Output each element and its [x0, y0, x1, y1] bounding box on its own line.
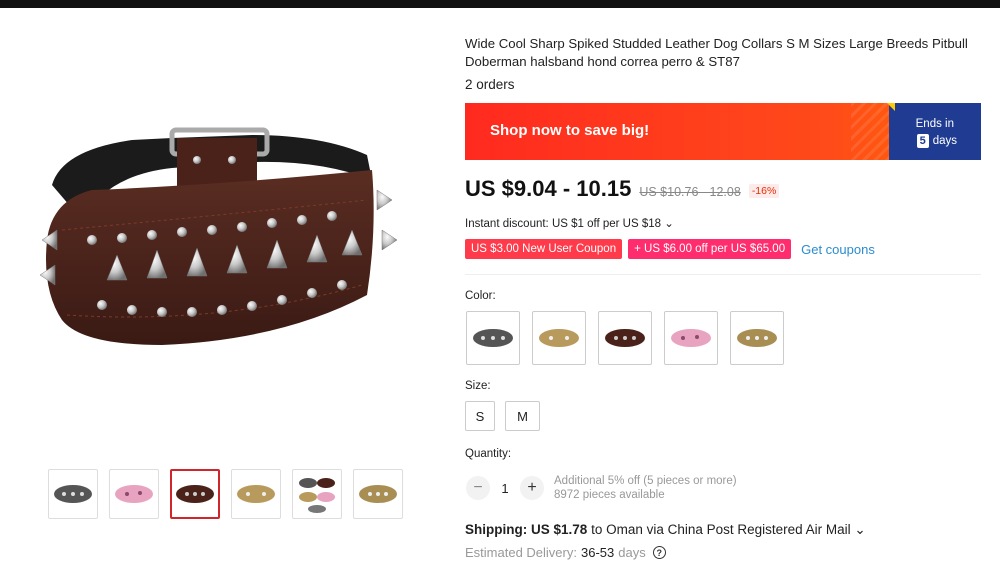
- store-coupon[interactable]: + US $6.00 off per US $65.00: [628, 239, 792, 259]
- color-option-black-silver[interactable]: [466, 311, 520, 365]
- estimated-delivery: Estimated Delivery: 36-53 days ?: [465, 545, 666, 560]
- main-product-image[interactable]: [22, 90, 422, 420]
- size-label: Size:: [465, 380, 491, 392]
- get-coupons-link[interactable]: Get coupons: [801, 242, 875, 257]
- countdown-days: 5 days: [916, 134, 957, 148]
- thumbnail-pink-leopard[interactable]: [109, 469, 159, 519]
- new-user-coupon[interactable]: US $3.00 New User Coupon: [465, 239, 626, 259]
- thumbnail-black-silver[interactable]: [48, 469, 98, 519]
- shipping-route: to Oman via China Post Registered Air Ma…: [591, 522, 866, 537]
- coupons-row: US $3.00 New User Coupon + US $6.00 off …: [465, 239, 875, 259]
- color-option-brown-spikes[interactable]: [598, 311, 652, 365]
- banner-accent: [887, 103, 895, 111]
- thumbnail-leopard-gold[interactable]: [231, 469, 281, 519]
- countdown-panel: [889, 103, 981, 160]
- banner-text: Shop now to save big!: [490, 122, 650, 139]
- delivery-range: 36-53: [580, 545, 615, 560]
- thumbnail-brown-spikes[interactable]: [170, 469, 220, 519]
- countdown-label: Ends in: [915, 118, 954, 130]
- quantity-label: Quantity:: [465, 448, 512, 460]
- size-option-s[interactable]: S: [465, 401, 495, 431]
- current-price: US $9.04 - 10.15: [465, 176, 632, 201]
- banner-decoration: [851, 103, 891, 160]
- color-option-leopard-gold[interactable]: [730, 311, 784, 365]
- promo-banner[interactable]: Shop now to save big! Ends in 5 days: [465, 103, 981, 160]
- stock-available-text: 8972 pieces available: [554, 489, 665, 501]
- quantity-increase-button[interactable]: +: [520, 476, 544, 500]
- price-row: US $9.04 - 10.15 US $10.76 - 12.08 -16%: [465, 176, 780, 202]
- delivery-unit: days: [618, 545, 646, 560]
- shipping-info[interactable]: Shipping: US $1.78 to Oman via China Pos…: [465, 522, 866, 538]
- quantity-info: Additional 5% off (5 pieces or more) 897…: [554, 474, 737, 502]
- color-option-tan-gold[interactable]: [532, 311, 586, 365]
- help-icon[interactable]: ?: [652, 546, 666, 559]
- color-label: Color:: [465, 290, 496, 302]
- countdown-number: 5: [916, 134, 929, 148]
- quantity-decrease-button[interactable]: −: [466, 476, 490, 500]
- shipping-label: Shipping:: [465, 522, 528, 537]
- bulk-discount-text: Additional 5% off (5 pieces or more): [554, 475, 737, 487]
- orders-count: 2 orders: [465, 77, 515, 92]
- discount-badge: -16%: [748, 184, 780, 198]
- thumbnail-leopard-gold-2[interactable]: [353, 469, 403, 519]
- countdown-unit: days: [932, 135, 957, 147]
- size-option-m[interactable]: M: [505, 401, 540, 431]
- quantity-value[interactable]: 1: [490, 481, 520, 496]
- size-options: S M: [465, 401, 540, 431]
- top-bar: [0, 0, 1000, 8]
- color-option-pink-leopard[interactable]: [664, 311, 718, 365]
- delivery-label: Estimated Delivery:: [465, 545, 577, 560]
- shipping-cost: US $1.78: [531, 522, 588, 537]
- product-title: Wide Cool Sharp Spiked Studded Leather D…: [465, 36, 968, 69]
- original-price: US $10.76 - 12.08: [639, 185, 741, 199]
- quantity-stepper: − 1 + Additional 5% off (5 pieces or mor…: [466, 474, 737, 502]
- thumbnail-strip: [48, 469, 403, 519]
- thumbnail-multi-collars[interactable]: [292, 469, 342, 519]
- color-options: [466, 311, 784, 365]
- divider: [465, 274, 981, 275]
- instant-discount[interactable]: Instant discount: US $1 off per US $18 ⌄: [465, 216, 674, 230]
